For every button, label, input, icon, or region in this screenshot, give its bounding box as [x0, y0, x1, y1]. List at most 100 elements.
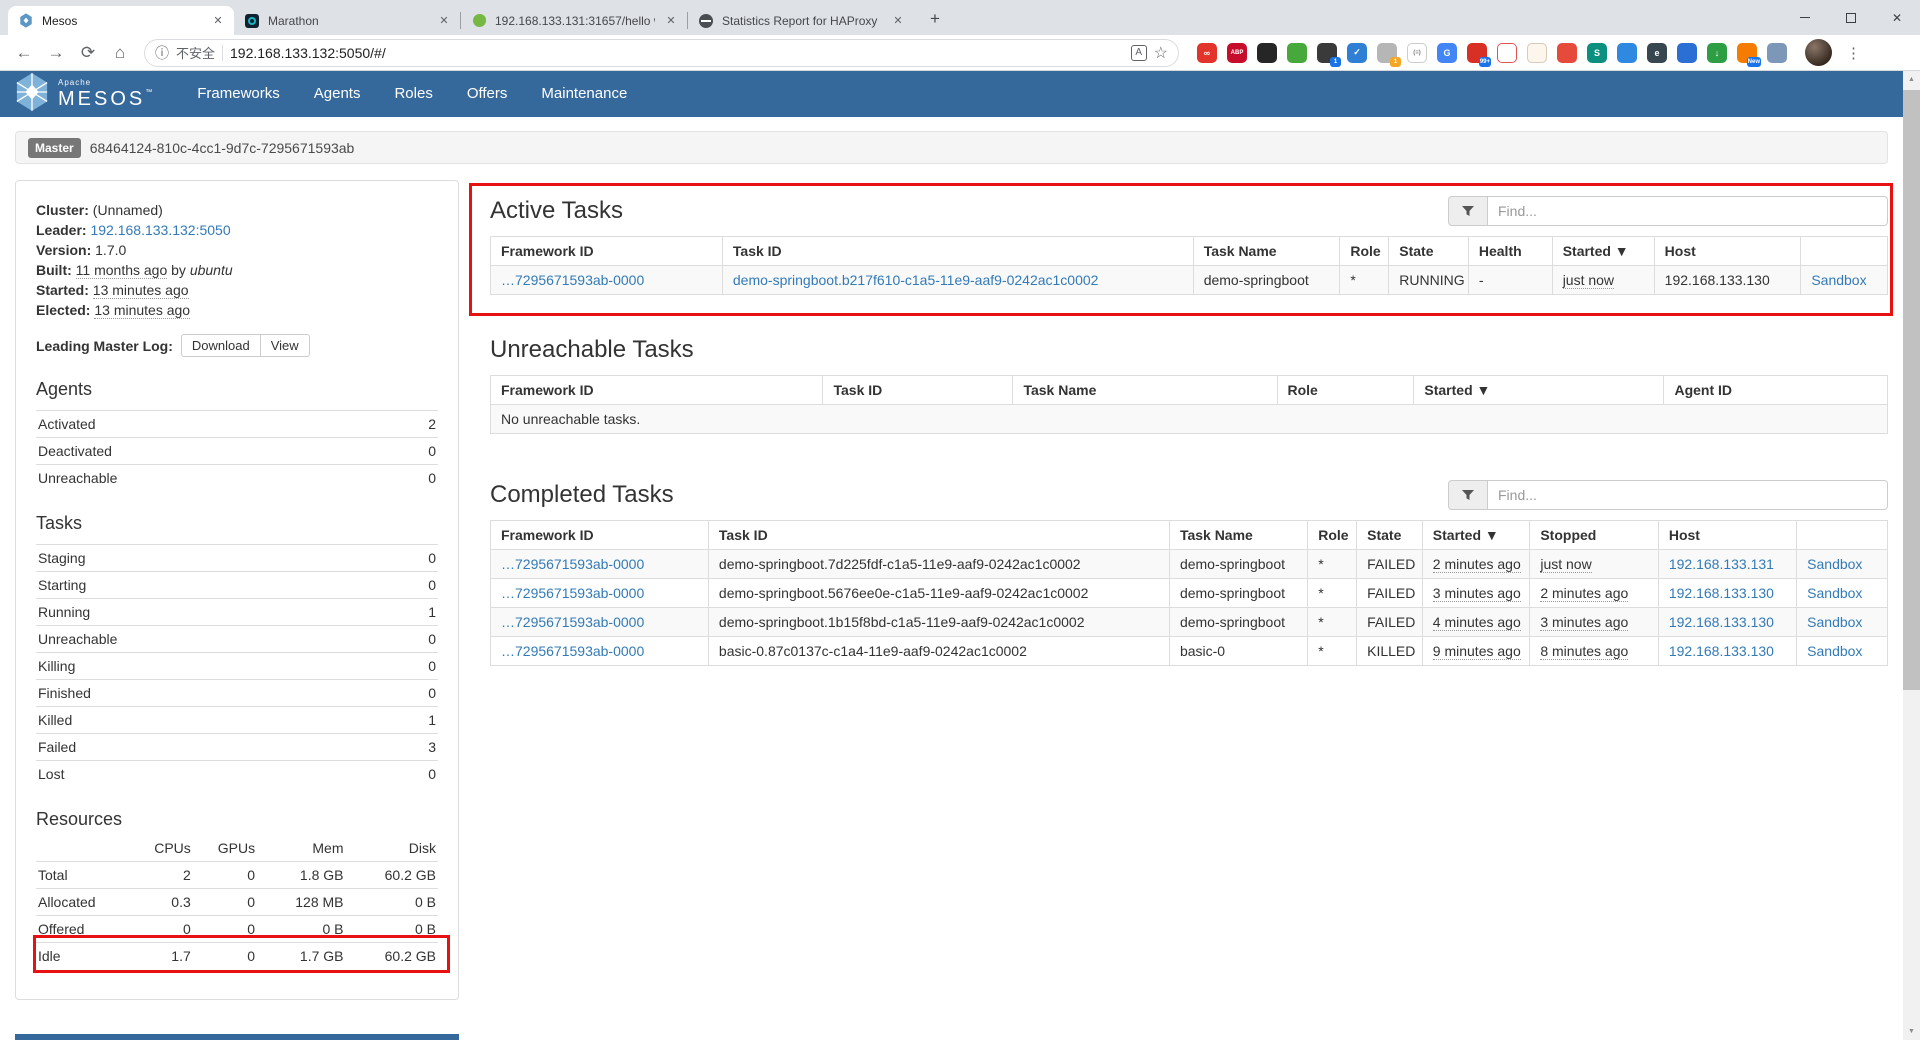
close-window-button[interactable]: ✕	[1874, 0, 1920, 35]
stat-value: 0	[388, 545, 438, 572]
cell-role: *	[1308, 550, 1357, 579]
back-icon[interactable]: ←	[10, 39, 38, 67]
close-icon[interactable]: ✕	[663, 13, 679, 29]
view-log-button[interactable]: View	[260, 334, 310, 357]
relative-time: 9 minutes ago	[1433, 643, 1521, 660]
extension-icon[interactable]: ∞	[1197, 43, 1217, 63]
reload-icon[interactable]: ⟳	[74, 39, 102, 67]
column-started-sorted[interactable]: Started ▼	[1414, 376, 1664, 405]
resources-heading: Resources	[36, 809, 438, 830]
framework-link[interactable]: …7295671593ab-0000	[501, 272, 644, 288]
column-gpus: GPUs	[193, 840, 257, 862]
cell-host: 192.168.133.130	[1658, 637, 1796, 666]
profile-avatar[interactable]	[1805, 39, 1832, 66]
scroll-down-icon[interactable]: ▼	[1903, 1023, 1920, 1040]
nav-item-agents[interactable]: Agents	[297, 71, 378, 117]
address-bar[interactable]: ⓘ 不安全 192.168.133.132:5050/#/ A ☆	[144, 39, 1179, 67]
cell-framework-id: …7295671593ab-0000	[491, 579, 709, 608]
cutoff-element	[15, 1034, 459, 1040]
column-role: Role	[1340, 237, 1389, 266]
extension-icon[interactable]: ✓	[1347, 43, 1367, 63]
extension-icon[interactable]: (≡)	[1407, 43, 1427, 63]
url-text[interactable]: 192.168.133.132:5050/#/	[230, 45, 1124, 61]
cluster-label: Cluster:	[36, 202, 89, 218]
extension-icon[interactable]	[1617, 43, 1637, 63]
mesos-logo[interactable]: ApacheMESOS™	[15, 72, 152, 117]
sandbox-link[interactable]: Sandbox	[1807, 585, 1862, 601]
close-icon[interactable]: ✕	[210, 13, 226, 29]
tab-haproxy-stats[interactable]: Statistics Report for HAProxy ✕	[688, 6, 914, 35]
extension-icon[interactable]	[1287, 43, 1307, 63]
tab-marathon[interactable]: Marathon ✕	[234, 6, 460, 35]
table-row: CPUs GPUs Mem Disk	[36, 840, 438, 862]
cell-sandbox: Sandbox	[1797, 550, 1888, 579]
nav-item-maintenance[interactable]: Maintenance	[524, 71, 644, 117]
host-link[interactable]: 192.168.133.130	[1669, 585, 1774, 601]
completed-tasks-find-input[interactable]	[1488, 480, 1888, 510]
active-tasks-find-input[interactable]	[1488, 196, 1888, 226]
host-link[interactable]: 192.168.133.130	[1669, 614, 1774, 630]
close-icon[interactable]: ✕	[890, 13, 906, 29]
extension-icon[interactable]: 1	[1377, 43, 1397, 63]
stat-value: 1	[388, 599, 438, 626]
stat-value: 2	[388, 411, 438, 438]
forward-icon[interactable]: →	[42, 39, 70, 67]
filter-icon[interactable]	[1448, 196, 1488, 226]
tab-title: Mesos	[42, 14, 202, 28]
minimize-button[interactable]	[1782, 0, 1828, 35]
cluster-sidebar: Cluster: (Unnamed) Leader: 192.168.133.1…	[15, 180, 459, 1000]
sandbox-link[interactable]: Sandbox	[1807, 556, 1862, 572]
framework-link[interactable]: …7295671593ab-0000	[501, 585, 644, 601]
scroll-up-icon[interactable]: ▲	[1903, 71, 1920, 88]
bookmark-star-icon[interactable]: ☆	[1154, 43, 1168, 63]
extension-icon[interactable]: 1	[1317, 43, 1337, 63]
nav-item-roles[interactable]: Roles	[377, 71, 449, 117]
sandbox-link[interactable]: Sandbox	[1807, 643, 1862, 659]
leader-label: Leader:	[36, 222, 87, 238]
extension-icon[interactable]: ABP	[1227, 43, 1247, 63]
maximize-button[interactable]	[1828, 0, 1874, 35]
new-tab-button[interactable]: +	[922, 6, 948, 32]
extension-icon[interactable]	[1677, 43, 1697, 63]
extension-icon[interactable]	[1257, 43, 1277, 63]
stat-label: Lost	[36, 761, 388, 788]
extension-icon[interactable]: New	[1737, 43, 1757, 63]
leader-link[interactable]: 192.168.133.132:5050	[90, 222, 230, 238]
cell-role: *	[1340, 266, 1389, 295]
framework-link[interactable]: …7295671593ab-0000	[501, 614, 644, 630]
sandbox-link[interactable]: Sandbox	[1811, 272, 1866, 288]
extension-icon[interactable]: 99+	[1467, 43, 1487, 63]
scrollbar-thumb[interactable]	[1903, 90, 1920, 690]
extension-icon[interactable]: S	[1587, 43, 1607, 63]
nav-item-offers[interactable]: Offers	[450, 71, 525, 117]
translate-icon[interactable]: A	[1131, 45, 1147, 61]
framework-link[interactable]: …7295671593ab-0000	[501, 643, 644, 659]
task-link[interactable]: demo-springboot.b217f610-c1a5-11e9-aaf9-…	[733, 272, 1099, 288]
nav-item-frameworks[interactable]: Frameworks	[180, 71, 297, 117]
tab-spring-hello[interactable]: 192.168.133.131:31657/hello w ✕	[461, 6, 687, 35]
sandbox-link[interactable]: Sandbox	[1807, 614, 1862, 630]
extension-icon[interactable]	[1767, 43, 1787, 63]
page-scrollbar[interactable]: ▲ ▼	[1903, 71, 1920, 1040]
extension-icon[interactable]	[1497, 43, 1517, 63]
extension-icon[interactable]: G	[1437, 43, 1457, 63]
host-link[interactable]: 192.168.133.131	[1669, 556, 1774, 572]
filter-icon[interactable]	[1448, 480, 1488, 510]
marathon-favicon-icon	[244, 13, 260, 29]
extension-icon[interactable]: ↓	[1707, 43, 1727, 63]
info-icon[interactable]: ⓘ	[155, 43, 169, 63]
tab-mesos[interactable]: Mesos ✕	[8, 6, 234, 35]
browser-menu-icon[interactable]: ⋮	[1846, 44, 1861, 62]
column-started-sorted[interactable]: Started ▼	[1552, 237, 1654, 266]
column-started-sorted[interactable]: Started ▼	[1422, 521, 1530, 550]
extension-icon[interactable]	[1557, 43, 1577, 63]
home-icon[interactable]: ⌂	[106, 39, 134, 67]
close-icon[interactable]: ✕	[436, 13, 452, 29]
host-link[interactable]: 192.168.133.130	[1669, 643, 1774, 659]
download-log-button[interactable]: Download	[181, 334, 261, 357]
extension-icon[interactable]: e	[1647, 43, 1667, 63]
browser-toolbar: ← → ⟳ ⌂ ⓘ 不安全 192.168.133.132:5050/#/ A …	[0, 35, 1920, 71]
stat-value: 0	[388, 680, 438, 707]
framework-link[interactable]: …7295671593ab-0000	[501, 556, 644, 572]
extension-icon[interactable]	[1527, 43, 1547, 63]
